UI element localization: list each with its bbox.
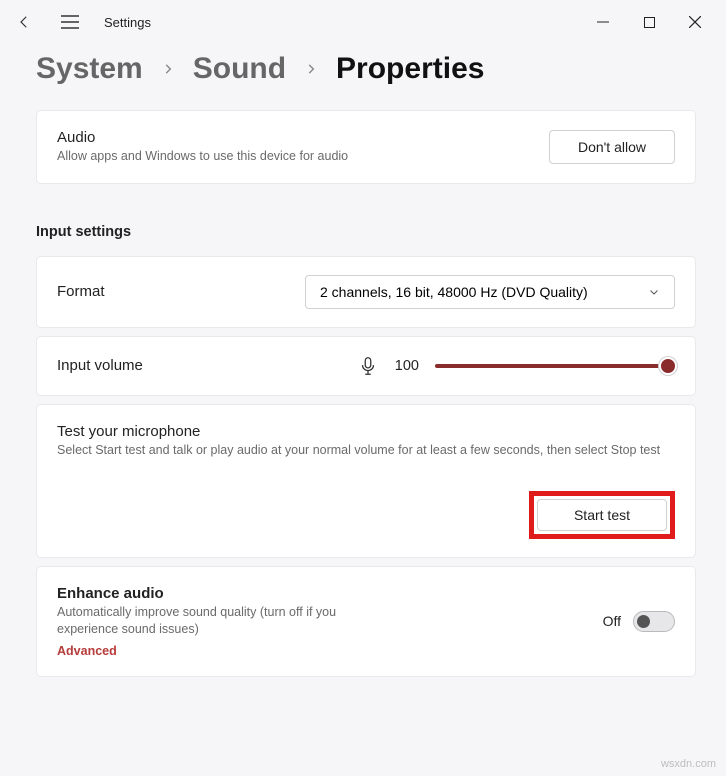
slider-track xyxy=(435,364,675,368)
volume-slider[interactable] xyxy=(435,356,675,376)
minimize-icon xyxy=(597,16,609,28)
close-icon xyxy=(689,16,701,28)
arrow-left-icon xyxy=(15,13,33,31)
maximize-icon xyxy=(644,17,655,28)
menu-button[interactable] xyxy=(58,10,82,34)
audio-card-text: Audio Allow apps and Windows to use this… xyxy=(57,129,549,165)
slider-thumb[interactable] xyxy=(659,357,677,375)
test-title: Test your microphone xyxy=(57,423,660,440)
volume-controls: 100 xyxy=(357,355,675,377)
test-desc: Select Start test and talk or play audio… xyxy=(57,442,660,459)
start-test-button[interactable]: Start test xyxy=(537,499,667,531)
chevron-right-icon xyxy=(304,62,318,76)
audio-card: Audio Allow apps and Windows to use this… xyxy=(36,110,696,184)
chevron-down-icon xyxy=(648,286,660,298)
breadcrumb-system[interactable]: System xyxy=(36,52,143,86)
toggle-knob xyxy=(637,615,650,628)
page-content: System Sound Properties Audio Allow apps… xyxy=(0,52,726,697)
app-title: Settings xyxy=(104,15,151,30)
chevron-right-icon xyxy=(161,62,175,76)
format-select[interactable]: 2 channels, 16 bit, 48000 Hz (DVD Qualit… xyxy=(305,275,675,309)
breadcrumb-sound[interactable]: Sound xyxy=(193,52,286,86)
enhance-text: Enhance audio Automatically improve soun… xyxy=(57,585,603,658)
watermark: wsxdn.com xyxy=(661,758,716,770)
minimize-button[interactable] xyxy=(580,6,626,38)
enhance-toggle-wrap: Off xyxy=(603,611,675,632)
microphone-icon xyxy=(357,355,379,377)
test-microphone-card: Test your microphone Select Start test a… xyxy=(36,404,696,558)
input-volume-card: Input volume 100 xyxy=(36,336,696,396)
format-label: Format xyxy=(57,283,105,300)
maximize-button[interactable] xyxy=(626,6,672,38)
volume-value: 100 xyxy=(395,358,419,374)
titlebar-left: Settings xyxy=(12,10,151,34)
enhance-toggle[interactable] xyxy=(633,611,675,632)
close-button[interactable] xyxy=(672,6,718,38)
section-input-settings: Input settings xyxy=(36,224,696,240)
enhance-title: Enhance audio xyxy=(57,585,603,602)
breadcrumb: System Sound Properties xyxy=(36,52,696,86)
audio-desc: Allow apps and Windows to use this devic… xyxy=(57,148,549,165)
start-test-highlight: Start test xyxy=(529,491,675,539)
dont-allow-button[interactable]: Don't allow xyxy=(549,130,675,164)
format-value: 2 channels, 16 bit, 48000 Hz (DVD Qualit… xyxy=(320,284,588,300)
enhance-audio-card: Enhance audio Automatically improve soun… xyxy=(36,566,696,677)
hamburger-icon xyxy=(61,15,79,29)
titlebar: Settings xyxy=(0,0,726,44)
test-text: Test your microphone Select Start test a… xyxy=(57,423,660,459)
test-button-row: Start test xyxy=(57,491,675,539)
toggle-label: Off xyxy=(603,613,621,629)
advanced-link[interactable]: Advanced xyxy=(57,644,603,658)
window-controls xyxy=(580,6,718,38)
audio-title: Audio xyxy=(57,129,549,146)
breadcrumb-properties: Properties xyxy=(336,52,484,86)
format-card: Format 2 channels, 16 bit, 48000 Hz (DVD… xyxy=(36,256,696,328)
input-volume-label: Input volume xyxy=(57,357,143,374)
enhance-desc: Automatically improve sound quality (tur… xyxy=(57,604,397,638)
back-button[interactable] xyxy=(12,10,36,34)
